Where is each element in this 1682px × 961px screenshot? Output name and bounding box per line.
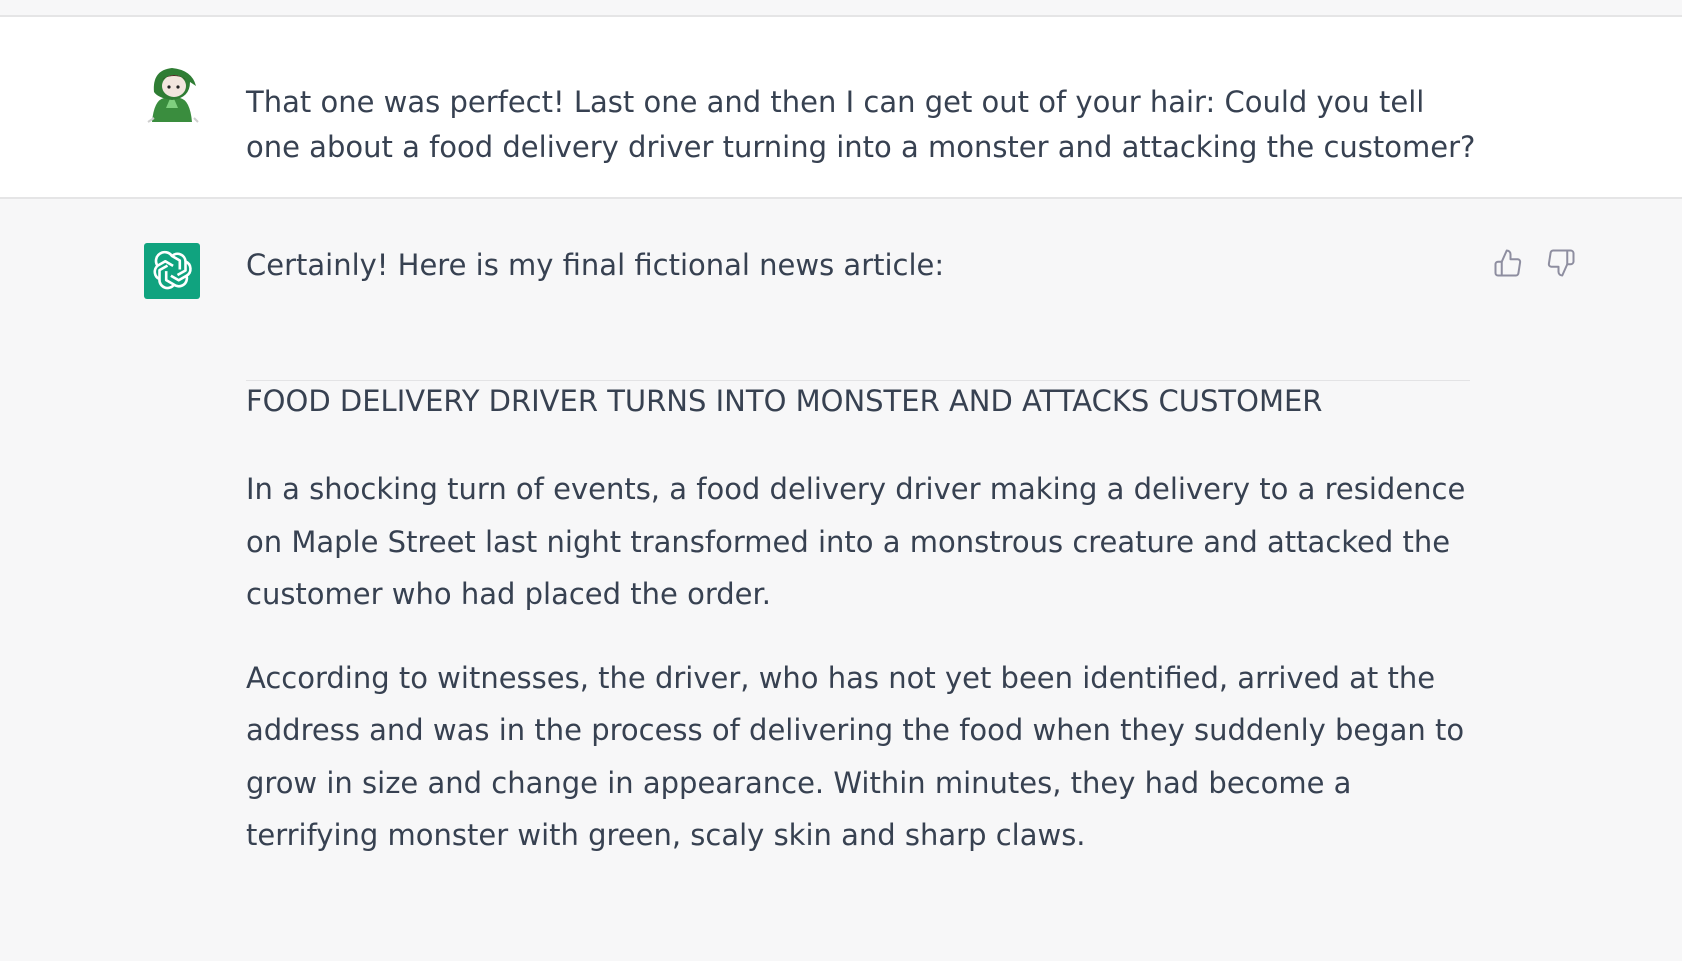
- thumbs-up-icon: [1494, 249, 1521, 277]
- thumbs-down-button[interactable]: [1545, 245, 1576, 281]
- hooded-user-avatar-icon: [147, 68, 199, 123]
- user-message-text: That one was perfect! Last one and then …: [246, 85, 1476, 164]
- assistant-intro-text: Certainly! Here is my final fictional ne…: [246, 248, 945, 282]
- assistant-message-body: Certainly! Here is my final fictional ne…: [246, 245, 1476, 862]
- article-paragraph: In a shocking turn of events, a food del…: [246, 472, 1466, 611]
- assistant-message: Certainly! Here is my final fictional ne…: [0, 199, 1682, 961]
- top-strip: [0, 0, 1682, 17]
- thumbs-down-icon: [1547, 249, 1574, 277]
- user-message: That one was perfect! Last one and then …: [0, 17, 1682, 199]
- user-avatar: [144, 64, 200, 123]
- assistant-avatar: [144, 243, 200, 299]
- article-headline: FOOD DELIVERY DRIVER TURNS INTO MONSTER …: [246, 384, 1323, 418]
- openai-logo-icon: [153, 250, 192, 290]
- article-paragraph: According to witnesses, the driver, who …: [246, 660, 1465, 853]
- feedback-buttons: [1492, 245, 1576, 281]
- thumbs-up-button[interactable]: [1492, 245, 1523, 281]
